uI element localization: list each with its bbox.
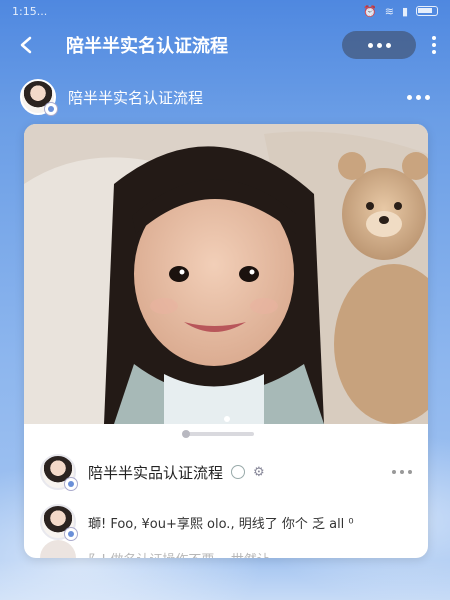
more-horizontal-icon: [392, 470, 396, 474]
signal-icon: ▮: [401, 4, 408, 18]
post-header-row: 陪半半实品认证流程 ⚙: [40, 452, 412, 492]
comment-text[interactable]: 阝! 做名认证操作不要... 世然让...: [88, 549, 282, 559]
alarm-icon: ⏰: [363, 4, 377, 18]
verified-badge-icon: [44, 102, 58, 116]
comment-avatar[interactable]: [40, 540, 76, 558]
more-horizontal-icon: [407, 94, 412, 100]
status-time: 1:15...: [12, 4, 48, 18]
clock-icon: [231, 465, 246, 479]
battery-icon: [416, 6, 438, 16]
page-title: 陪半半实名认证流程: [66, 36, 228, 57]
top-bar: 陪半半实名认证流程: [0, 26, 450, 64]
author-header: 陪半半实名认证流程: [20, 76, 430, 118]
comment-text[interactable]: 瑡! Foo, ¥ou+享熙 olo., 明线了 你个 乏 all ⁰: [88, 513, 354, 532]
author-more-button[interactable]: [407, 94, 430, 100]
author-name[interactable]: 陪半半实名认证流程: [68, 87, 407, 108]
post-title[interactable]: 陪半半实品认证流程: [88, 462, 223, 483]
verified-badge-icon: [64, 527, 78, 541]
author-avatar[interactable]: [20, 79, 58, 116]
back-button[interactable]: [14, 33, 38, 57]
kebab-menu-button[interactable]: [432, 36, 436, 54]
comment-item-peek: 阝! 做名认证操作不要... 世然让...: [40, 540, 420, 559]
post-photo[interactable]: [24, 124, 428, 424]
carousel-dot: [224, 416, 230, 422]
post-more-button[interactable]: [392, 470, 412, 474]
status-bar: 1:15... ⏰ ≋ ▮: [0, 0, 450, 22]
status-icons: ⏰ ≋ ▮: [363, 5, 438, 18]
more-horizontal-icon: [367, 42, 373, 48]
post-avatar[interactable]: [40, 454, 78, 491]
verified-badge-icon: [64, 477, 78, 491]
more-options-button[interactable]: [342, 31, 416, 59]
comment-item: 瑡! Foo, ¥ou+享熙 olo., 明线了 你个 乏 all ⁰: [40, 502, 420, 542]
wifi-icon: ≋: [384, 4, 394, 18]
bottom-glow: [0, 560, 450, 600]
comment-avatar[interactable]: [40, 504, 78, 541]
child-photo-illustration: [24, 124, 428, 424]
post-card: 陪半半实品认证流程 ⚙ 瑡! Foo, ¥ou+享熙 olo., 明线了 你个 …: [24, 124, 428, 558]
more-vertical-icon: [432, 36, 436, 40]
chevron-left-icon: [20, 36, 32, 54]
scroll-indicator[interactable]: [182, 430, 254, 438]
gear-icon[interactable]: ⚙: [253, 465, 265, 480]
